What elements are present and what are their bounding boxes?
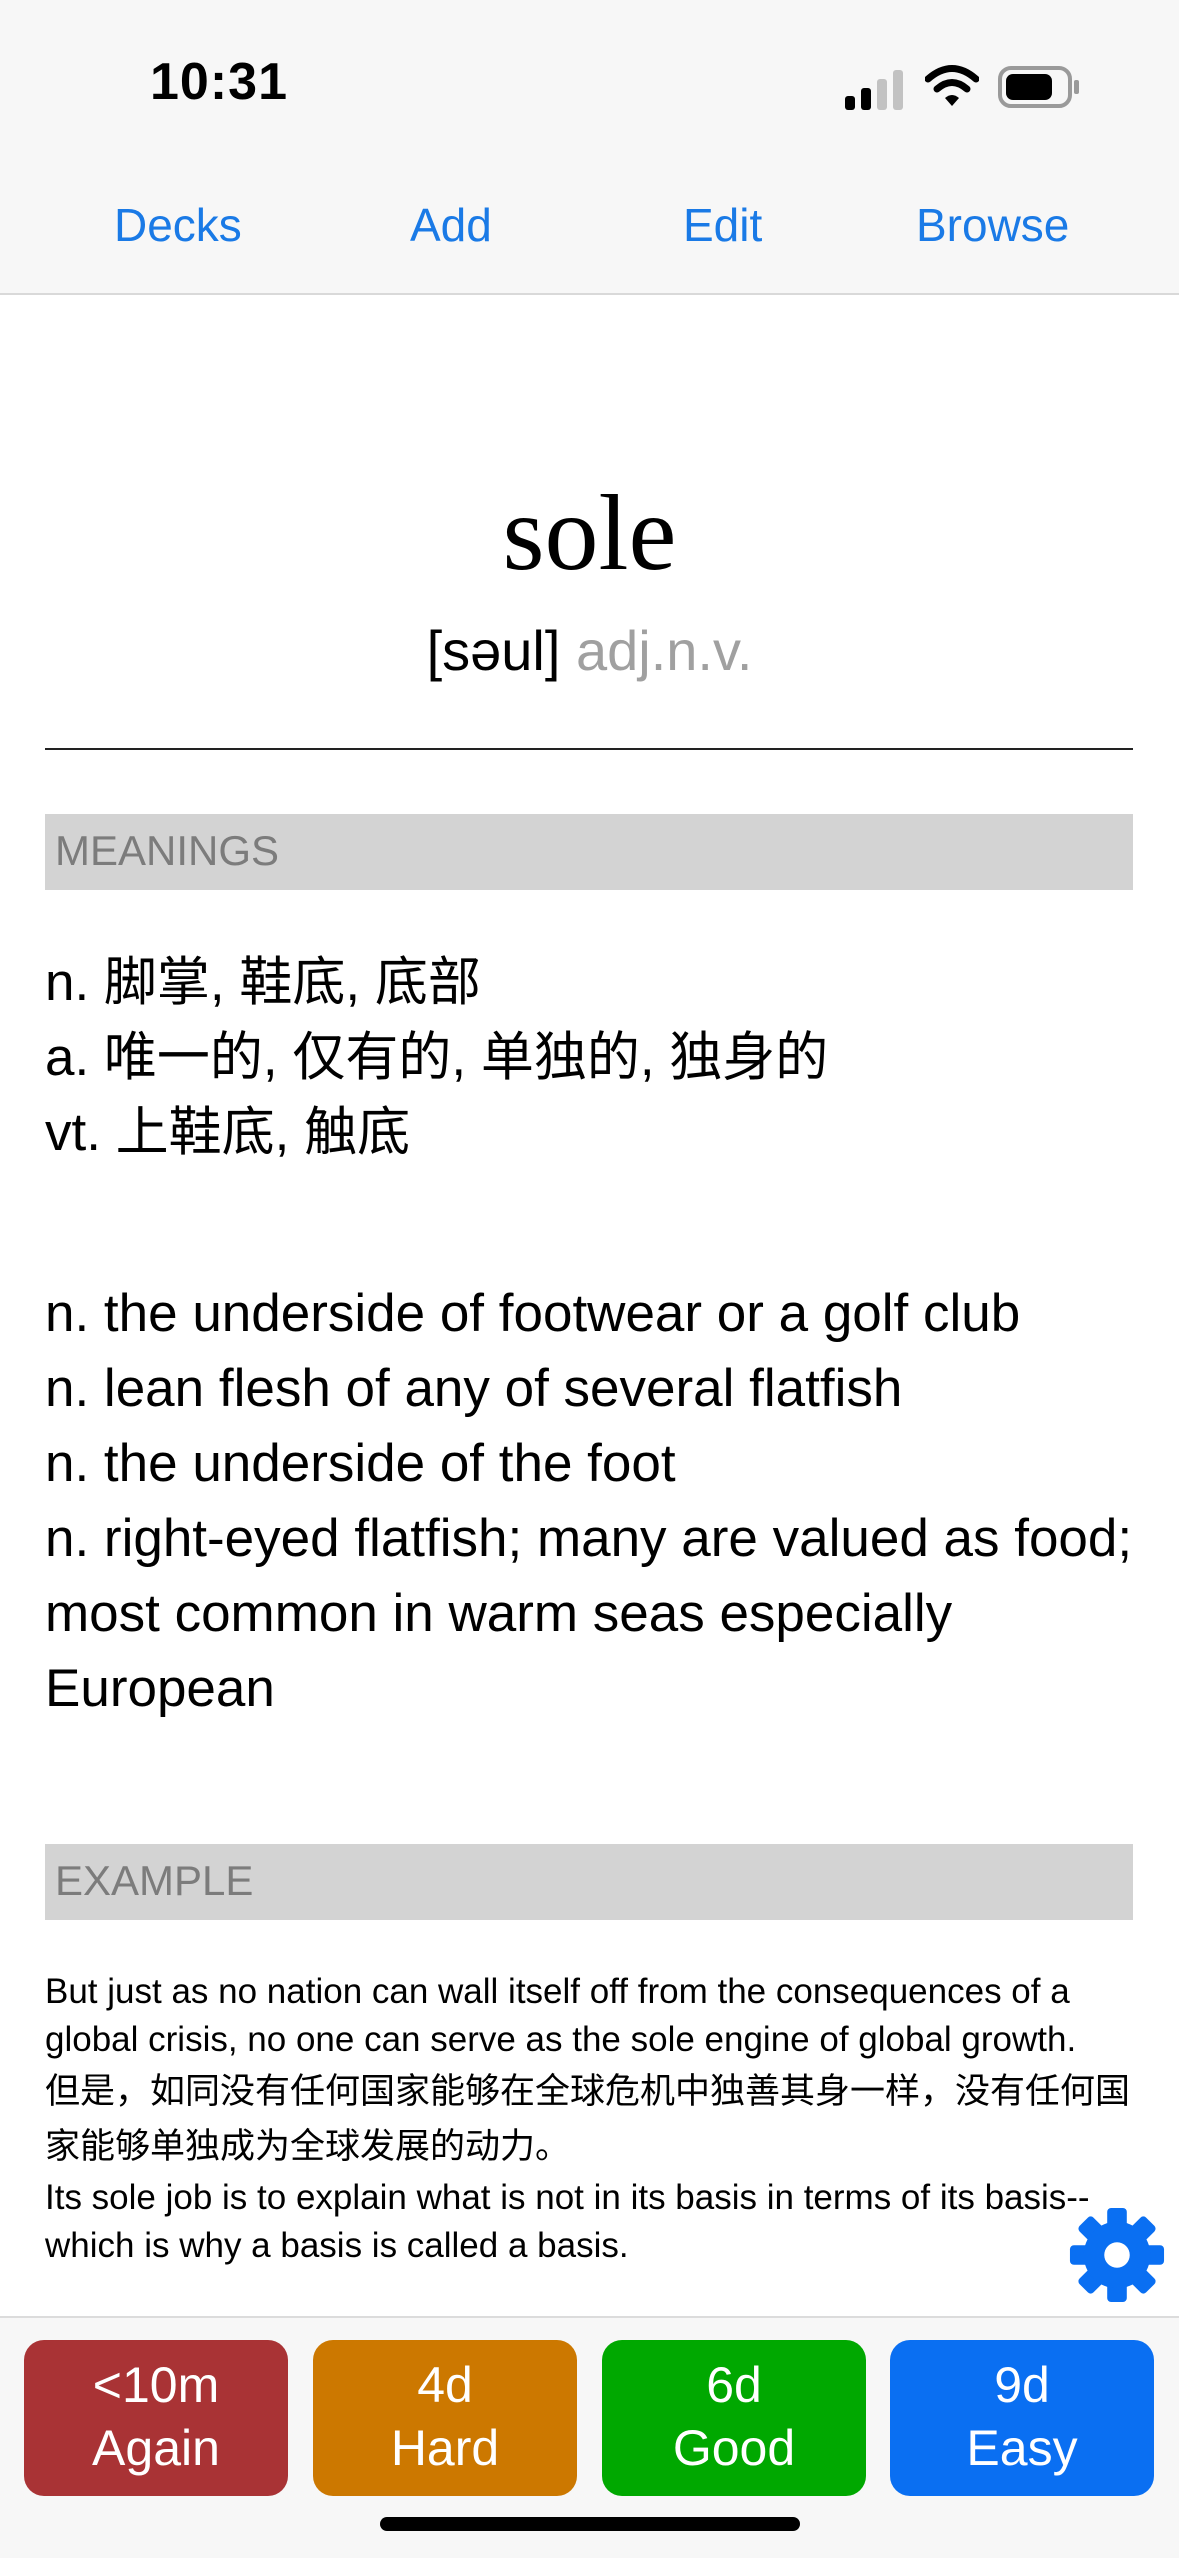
card-phonetic-line: [səul] adj.n.v. [0,618,1179,683]
card-phonetic: [səul] [426,619,561,682]
nav-browse-button[interactable]: Browse [916,198,1069,252]
cellular-signal-icon [845,70,903,110]
examples-list: But just as no nation can wall itself of… [45,1968,1145,2270]
good-button[interactable]: 6d Good [602,2340,866,2496]
easy-interval: 9d [994,2357,1050,2413]
chinese-meaning: vt. 上鞋底, 触底 [45,1103,411,1162]
hard-interval: 4d [417,2357,473,2413]
again-interval: <10m [92,2357,220,2413]
battery-icon [998,66,1079,108]
example-translation: 但是，如同没有任何国家能够在全球危机中独善其身一样，没有任何国家能够单独成为全球… [45,2072,1131,2166]
status-time: 10:31 [150,53,288,111]
example-sentence: But just as no nation can wall itself of… [45,1972,1077,2059]
card-part-of-speech: adj.n.v. [576,619,753,682]
good-label: Good [672,2420,796,2476]
chinese-meaning: n. 脚掌, 鞋底, 底部 [45,953,481,1012]
meanings-header: MEANINGS [45,814,1133,890]
example-header-label: EXAMPLE [55,1857,254,1904]
home-indicator [380,2517,800,2531]
easy-button[interactable]: 9d Easy [890,2340,1154,2496]
easy-label: Easy [966,2420,1078,2476]
example-sentence: Its sole job is to explain what is not i… [45,2178,1090,2265]
again-label: Again [92,2420,220,2476]
top-nav-bar: Decks Add Edit Browse [0,160,1179,295]
again-button[interactable]: <10m Again [24,2340,288,2496]
card-word: sole [502,474,677,593]
hard-button[interactable]: 4d Hard [313,2340,577,2496]
english-definition: n. the underside of footwear or a golf c… [45,1284,1021,1343]
nav-decks-button[interactable]: Decks [114,198,242,252]
wifi-icon [925,65,979,106]
meanings-header-label: MEANINGS [55,827,280,874]
hard-label: Hard [390,2420,500,2476]
english-definition: n. the underside of the foot [45,1434,676,1493]
good-interval: 6d [706,2357,762,2413]
nav-add-button[interactable]: Add [410,198,492,252]
english-definition: n. lean flesh of any of several flatfish [45,1359,903,1418]
english-definitions-list: n. the underside of footwear or a golf c… [45,1276,1145,1726]
gear-icon[interactable] [1068,2206,1166,2304]
chinese-meaning: a. 唯一的, 仅有的, 单独的, 独身的 [45,1028,829,1087]
example-header: EXAMPLE [45,1844,1133,1920]
chinese-meanings-list: n. 脚掌, 鞋底, 底部 a. 唯一的, 仅有的, 单独的, 独身的 vt. … [45,945,1145,1170]
status-bar: 10:31 [0,0,1179,160]
english-definition: n. right-eyed flatfish; many are valued … [45,1509,1133,1718]
card-divider [45,748,1133,750]
nav-edit-button[interactable]: Edit [683,198,762,252]
